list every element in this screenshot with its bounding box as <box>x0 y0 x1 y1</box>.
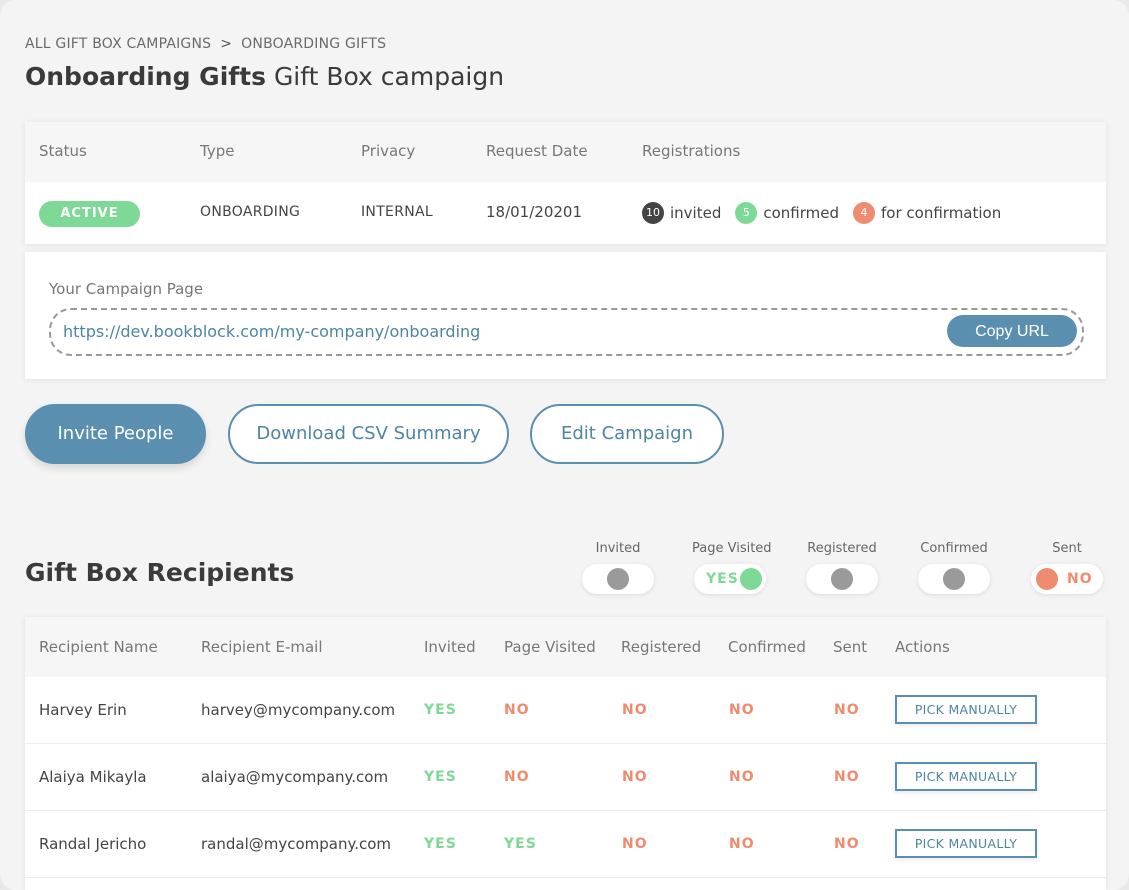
toggle-state-text: YES <box>706 571 739 587</box>
type-header: Type <box>200 142 235 160</box>
toggle-state-text: NO <box>1067 571 1093 587</box>
registrations-header: Registrations <box>642 142 741 160</box>
recipients-table: Recipient Name Recipient E-mail Invited … <box>25 617 1106 890</box>
sent-status: NO <box>834 769 860 785</box>
status-header: Status <box>39 142 87 160</box>
toggle-knob <box>607 568 629 590</box>
table-header: Recipient Name Recipient E-mail Invited … <box>25 617 1106 677</box>
registered-status: NO <box>622 702 648 718</box>
privacy-header: Privacy <box>361 142 416 160</box>
sent-status: NO <box>834 836 860 852</box>
recipient-email: randal@mycompany.com <box>201 835 392 853</box>
filter-confirmed-label: Confirmed <box>920 541 988 556</box>
pick-manually-button[interactable]: PICK MANUALLY <box>895 829 1037 858</box>
breadcrumb-all-campaigns[interactable]: ALL GIFT BOX CAMPAIGNS <box>25 36 211 52</box>
campaign-url-box: https://dev.bookblock.com/my-company/onb… <box>49 308 1084 356</box>
edit-campaign-button[interactable]: Edit Campaign <box>530 404 724 464</box>
filter-registered: Registered <box>804 541 880 594</box>
confirmed-status: NO <box>729 702 755 718</box>
recipients-title: Gift Box Recipients <box>25 558 295 587</box>
confirmed-status: NO <box>729 836 755 852</box>
page-title-campaign-name: Onboarding Gifts <box>25 62 266 91</box>
page-title-suffix: Gift Box campaign <box>273 62 505 91</box>
column-header-page-visited: Page Visited <box>504 638 596 656</box>
table-row: Harvey Erin harvey@mycompany.com YES NO … <box>25 677 1106 744</box>
registered-status: NO <box>622 769 648 785</box>
column-header-name: Recipient Name <box>39 638 158 656</box>
registrations-summary: 10 invited 5 confirmed 4 for confirmation <box>642 202 1015 224</box>
filter-page-visited-toggle[interactable]: YES <box>694 564 766 594</box>
status-badge: ACTIVE <box>39 201 140 227</box>
filter-invited-label: Invited <box>595 541 641 556</box>
column-header-invited: Invited <box>424 638 476 656</box>
breadcrumb-current: ONBOARDING GIFTS <box>241 36 387 52</box>
column-header-actions: Actions <box>895 638 950 656</box>
campaign-type: ONBOARDING <box>200 204 301 220</box>
toggle-knob <box>943 568 965 590</box>
invited-status: YES <box>424 836 457 852</box>
filter-registered-label: Registered <box>807 541 877 556</box>
invited-count-label: invited <box>670 204 722 222</box>
column-header-registered: Registered <box>621 638 702 656</box>
for-confirmation-count-label: for confirmation <box>881 204 1002 222</box>
toggle-knob <box>831 568 853 590</box>
invited-status: YES <box>424 769 457 785</box>
recipient-name: Alaiya Mikayla <box>39 768 147 786</box>
campaign-page-label: Your Campaign Page <box>49 280 204 298</box>
recipient-email: harvey@mycompany.com <box>201 701 396 719</box>
filter-sent-label: Sent <box>1052 541 1082 556</box>
page-title: Onboarding Gifts Gift Box campaign <box>25 62 504 91</box>
campaign-page-card: Your Campaign Page https://dev.bookblock… <box>25 252 1106 379</box>
invited-status: YES <box>424 702 457 718</box>
download-csv-button[interactable]: Download CSV Summary <box>228 404 509 464</box>
invite-people-button[interactable]: Invite People <box>25 404 206 464</box>
filter-registered-toggle[interactable] <box>806 564 878 594</box>
campaign-privacy: INTERNAL <box>361 204 433 220</box>
confirmed-count-label: confirmed <box>763 204 840 222</box>
invited-count-badge: 10 <box>642 202 664 224</box>
recipient-email: alaiya@mycompany.com <box>201 768 389 786</box>
filter-invited-toggle[interactable] <box>582 564 654 594</box>
request-date-header: Request Date <box>486 142 588 160</box>
campaign-info-card: Status Type Privacy Request Date Registr… <box>25 122 1106 244</box>
table-row: Randal Jericho randal@mycompany.com YES … <box>25 811 1106 878</box>
breadcrumb: ALL GIFT BOX CAMPAIGNS > ONBOARDING GIFTS <box>25 36 386 52</box>
column-header-confirmed: Confirmed <box>728 638 806 656</box>
filter-sent: Sent NO <box>1029 541 1105 594</box>
column-header-email: Recipient E-mail <box>201 638 323 656</box>
filter-confirmed: Confirmed <box>916 541 992 594</box>
pick-manually-button[interactable]: PICK MANUALLY <box>895 695 1037 724</box>
for-confirmation-count-badge: 4 <box>853 202 876 224</box>
filter-confirmed-toggle[interactable] <box>918 564 990 594</box>
table-row: Alaiya Mikayla alaiya@mycompany.com YES … <box>25 744 1106 811</box>
confirmed-count-badge: 5 <box>735 202 758 224</box>
sent-status: NO <box>834 702 860 718</box>
request-date: 18/01/20201 <box>486 203 582 221</box>
campaign-info-row: ACTIVE ONBOARDING INTERNAL 18/01/20201 1… <box>25 182 1106 244</box>
column-header-sent: Sent <box>833 638 868 656</box>
filter-page-visited: Page Visited YES <box>692 541 772 594</box>
recipient-name: Randal Jericho <box>39 835 147 853</box>
breadcrumb-separator: > <box>220 36 233 52</box>
campaign-url-link[interactable]: https://dev.bookblock.com/my-company/onb… <box>63 322 480 341</box>
toggle-knob <box>740 568 762 590</box>
filter-invited: Invited <box>580 541 656 594</box>
copy-url-button[interactable]: Copy URL <box>947 315 1077 347</box>
campaign-page: ALL GIFT BOX CAMPAIGNS > ONBOARDING GIFTS … <box>0 0 1129 890</box>
campaign-info-header: Status Type Privacy Request Date Registr… <box>25 122 1106 182</box>
page-visited-status: YES <box>504 836 537 852</box>
registered-status: NO <box>622 836 648 852</box>
filter-page-visited-label: Page Visited <box>692 541 772 556</box>
confirmed-status: NO <box>729 769 755 785</box>
page-visited-status: NO <box>504 702 530 718</box>
toggle-knob <box>1036 568 1058 590</box>
page-visited-status: NO <box>504 769 530 785</box>
filter-sent-toggle[interactable]: NO <box>1031 564 1103 594</box>
recipient-name: Harvey Erin <box>39 701 127 719</box>
pick-manually-button[interactable]: PICK MANUALLY <box>895 762 1037 791</box>
